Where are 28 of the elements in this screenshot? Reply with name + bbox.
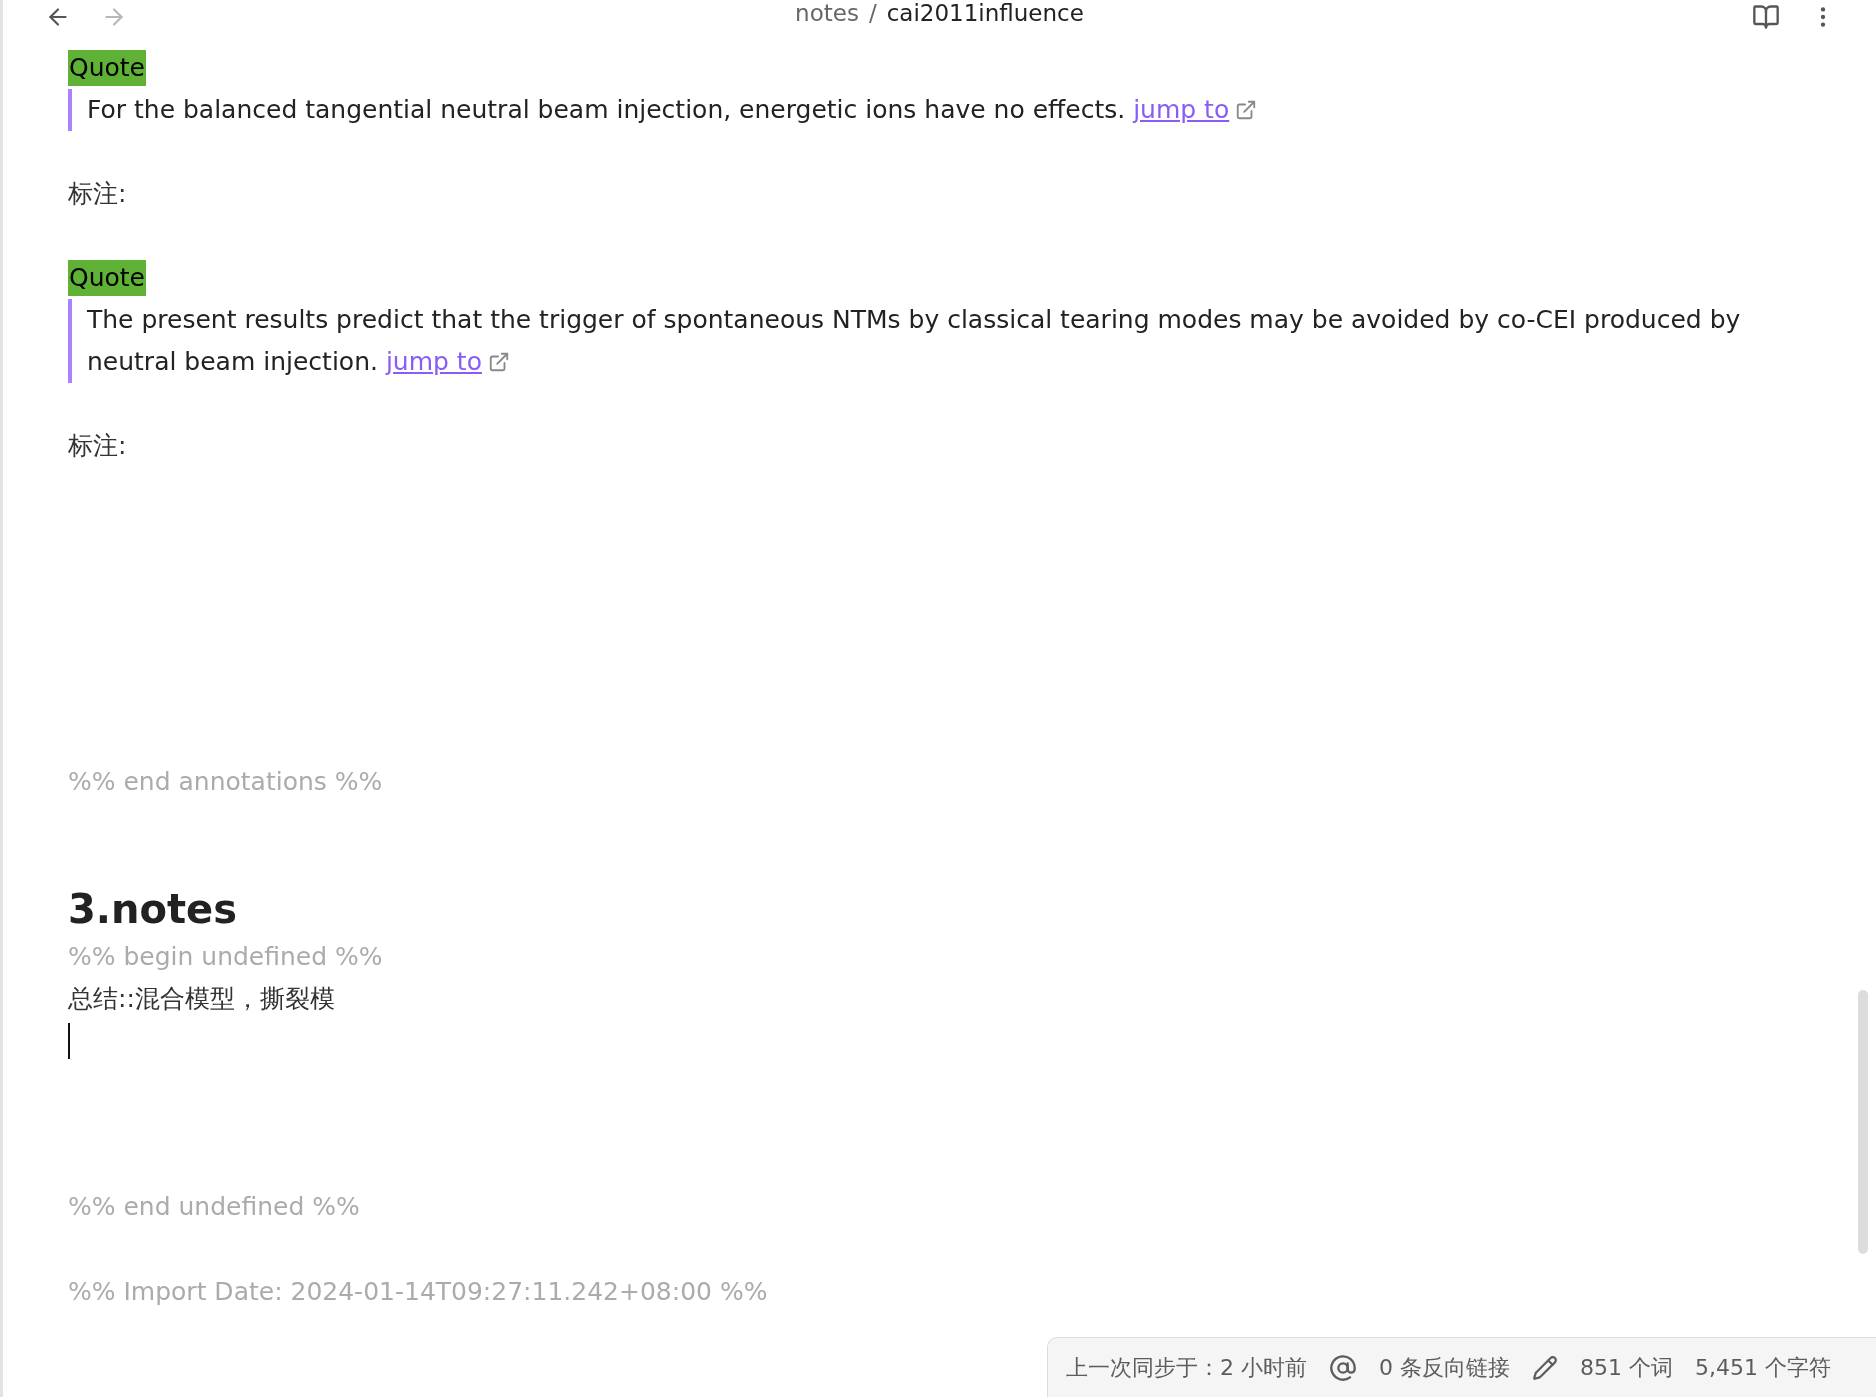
- note-text: 标注:: [68, 430, 128, 462]
- quote-text: For the balanced tangential neutral beam injection, energetic ions have no effects. jump to: [68, 89, 1748, 131]
- note-title[interactable]: cai2011influence: [886, 0, 1084, 26]
- comment-text: %% end undefined %%: [68, 1191, 361, 1223]
- callout-title: Quote: [68, 260, 146, 296]
- external-link-icon: [487, 351, 510, 373]
- book-icon[interactable]: [1752, 3, 1780, 31]
- section-heading: 3.notes: [68, 885, 239, 934]
- note-text: 标注:: [68, 178, 128, 210]
- note-text: 总结::混合模型，撕裂模: [68, 983, 336, 1015]
- pencil-icon: [1532, 1354, 1558, 1381]
- status-text: 0 条反向链接: [1379, 1353, 1510, 1382]
- external-link-icon: [1235, 99, 1258, 121]
- comment-text: %% end annotations %%: [68, 766, 384, 798]
- scrollbar[interactable]: [1858, 990, 1868, 1254]
- folder-name[interactable]: notes: [795, 0, 859, 26]
- status-text: 上一次同步于：2 小时前: [1066, 1353, 1307, 1382]
- quote-text: The present results predict that the trigger of spontaneous NTMs by classical tearing modes may be avoided by co-CEI produced by neutral beam injection. jump to: [68, 299, 1748, 383]
- jump-link[interactable]: jump to: [385, 347, 482, 376]
- breadcrumb-separator: /: [868, 0, 877, 26]
- text-cursor: [68, 1023, 70, 1059]
- at-sign-icon: [1329, 1353, 1357, 1382]
- status-text: 5,451 个字符: [1695, 1353, 1831, 1382]
- comment-text: %% begin undefined %%: [68, 941, 384, 973]
- callout-title: Quote: [68, 50, 146, 86]
- status-text: 851 个词: [1580, 1353, 1673, 1382]
- comment-text: %% Import Date: 2024-01-14T09:27:11.242+08:00 %%: [68, 1276, 769, 1308]
- jump-link[interactable]: jump to: [1133, 95, 1230, 124]
